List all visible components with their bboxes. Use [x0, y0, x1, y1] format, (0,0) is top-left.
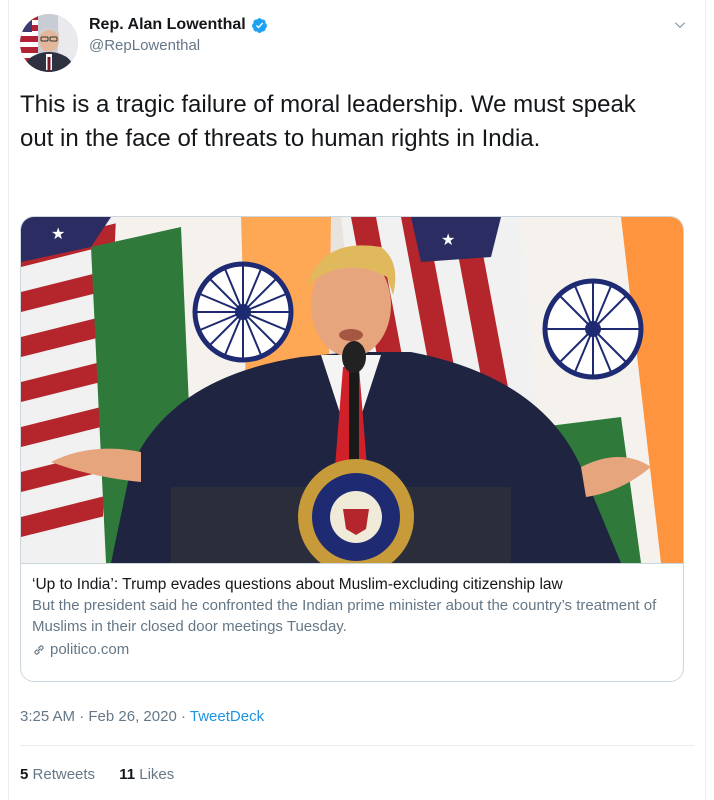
tweet-text: This is a tragic failure of moral leader… — [20, 91, 636, 152]
retweets-stat[interactable]: 5 Retweets — [20, 766, 95, 783]
card-title: ‘Up to India’: Trump evades questions ab… — [32, 576, 563, 593]
likes-count: 11 — [119, 766, 136, 783]
likes-stat[interactable]: 11 Likes — [119, 766, 174, 783]
link-card[interactable]: ★ ★ ‘Up to India’: Trump evades question… — [20, 216, 684, 682]
retweets-label: Retweets — [32, 766, 96, 783]
card-domain: politico.com — [50, 641, 130, 658]
tweet-date[interactable]: Feb 26, 2020 — [88, 708, 176, 725]
card-description: But the president said he confronted the… — [32, 597, 657, 635]
meta-separator: · — [79, 708, 85, 725]
name-row: Rep. Alan Lowenthal — [89, 16, 268, 34]
svg-text:★: ★ — [441, 232, 455, 249]
link-icon — [34, 645, 44, 655]
verified-badge-icon — [251, 17, 267, 33]
tweet-container: Rep. Alan Lowenthal @RepLowenthal This i… — [8, 0, 706, 800]
tweet-meta: 3:25 AM · Feb 26, 2020 · TweetDeck — [20, 708, 264, 725]
tweet-source-link[interactable]: TweetDeck — [190, 708, 264, 725]
svg-text:★: ★ — [51, 226, 65, 243]
card-image: ★ ★ — [21, 217, 683, 563]
card-domain-row: politico.com — [32, 639, 672, 661]
display-name[interactable]: Rep. Alan Lowenthal — [89, 16, 246, 34]
meta-separator: · — [180, 708, 186, 725]
author-info: Rep. Alan Lowenthal @RepLowenthal — [89, 16, 268, 54]
retweets-count: 5 — [20, 766, 29, 783]
divider — [20, 745, 694, 746]
tweet-stats: 5 Retweets 11 Likes — [20, 766, 194, 783]
card-body: ‘Up to India’: Trump evades questions ab… — [21, 563, 683, 661]
tweet-time[interactable]: 3:25 AM — [20, 708, 75, 725]
chevron-down-icon[interactable] — [673, 18, 687, 32]
avatar[interactable] — [20, 14, 78, 72]
likes-label: Likes — [139, 766, 175, 783]
user-handle[interactable]: @RepLowenthal — [89, 37, 268, 54]
